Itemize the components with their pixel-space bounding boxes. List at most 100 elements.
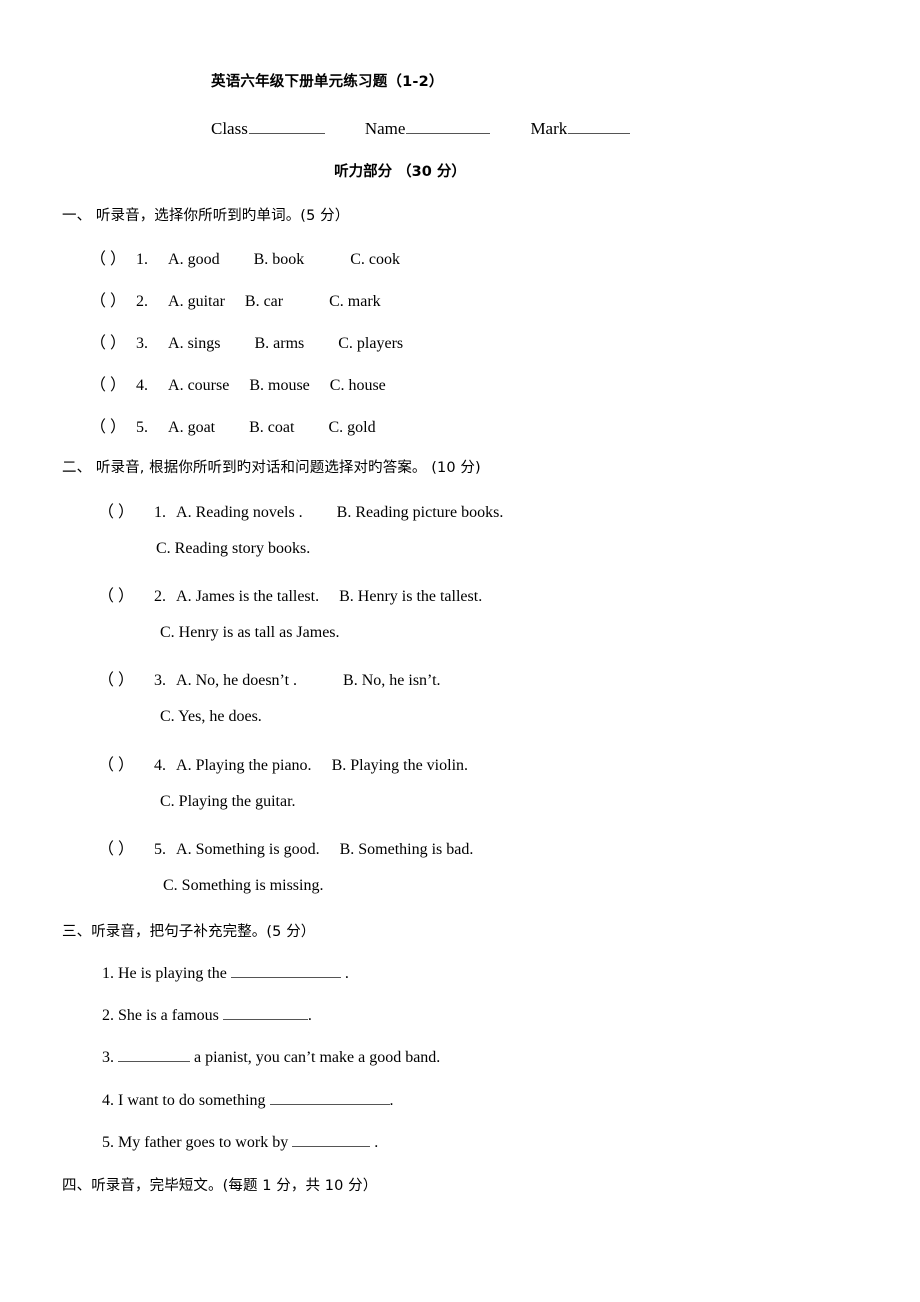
fill-blank[interactable] [292, 1131, 371, 1148]
exam-paper-page: 英语六年级下册单元练习题（1-2） Class Name Mark 听力部分 （30… [0, 0, 920, 1302]
answer-paren[interactable]: （ ） [90, 329, 126, 353]
section-two-item-1-option-c-row[interactable]: C. Reading story books. [156, 540, 310, 558]
class-label: Class [211, 119, 248, 139]
section-one-item-3[interactable]: （ ） 3. A. sings B. arms C. players [90, 329, 403, 353]
item-number: 1. [136, 251, 149, 268]
option-c[interactable]: C. Something is missing. [163, 877, 323, 894]
answer-paren[interactable]: （ ） [90, 287, 126, 311]
section-two-item-3-option-c-row[interactable]: C. Yes, he does. [160, 708, 262, 726]
option-a[interactable]: A. Something is good. [176, 841, 320, 858]
section-three-item-1[interactable]: 1. He is playing the . [102, 962, 349, 983]
option-b[interactable]: B. Playing the violin. [332, 757, 468, 774]
fill-blank[interactable] [230, 962, 341, 979]
mark-field[interactable]: Mark [530, 117, 631, 139]
student-info-line: Class Name Mark [211, 117, 631, 139]
answer-paren[interactable]: （ ） [98, 582, 134, 606]
answer-paren[interactable]: （ ） [90, 371, 126, 395]
option-c[interactable]: C. mark [329, 293, 381, 310]
option-b[interactable]: B. book [254, 251, 305, 268]
section-three-heading: 三、听录音，把句子补充完整。(5 分） [62, 924, 316, 940]
answer-paren[interactable]: （ ） [90, 245, 126, 269]
section-two-item-5-option-c-row[interactable]: C. Something is missing. [163, 877, 323, 895]
answer-paren[interactable]: （ ） [98, 835, 134, 859]
option-c[interactable]: C. Henry is as tall as James. [160, 624, 340, 641]
mark-label: Mark [530, 119, 568, 139]
fill-blank[interactable] [118, 1046, 190, 1063]
item-number: 4. [102, 1092, 114, 1110]
item-number: 3. [102, 1049, 114, 1067]
option-b[interactable]: B. arms [254, 335, 304, 352]
section-three-item-5[interactable]: 5. My father goes to work by . [102, 1131, 378, 1152]
option-b[interactable]: B. mouse [249, 377, 309, 394]
class-blank[interactable] [248, 117, 325, 135]
listening-part-title: 听力部分 （30 分） [334, 164, 466, 180]
sentence-after: . [344, 965, 349, 983]
item-number: 4. [136, 377, 149, 394]
option-a[interactable]: A. guitar [168, 293, 225, 310]
option-a[interactable]: A. sings [168, 335, 220, 352]
section-two-item-4-option-c-row[interactable]: C. Playing the guitar. [160, 793, 296, 811]
option-a[interactable]: A. James is the tallest. [176, 588, 319, 605]
answer-paren[interactable]: （ ） [90, 413, 126, 437]
mark-blank[interactable] [568, 117, 631, 135]
item-number: 3. [136, 335, 149, 352]
item-number: 2. [154, 588, 167, 605]
item-number: 5. [136, 419, 149, 436]
fill-blank[interactable] [222, 1004, 308, 1021]
option-c[interactable]: C. house [330, 377, 386, 394]
option-b[interactable]: B. Something is bad. [340, 841, 474, 858]
section-three-item-2[interactable]: 2. She is a famous . [102, 1004, 312, 1025]
answer-paren[interactable]: （ ） [98, 751, 134, 775]
option-b[interactable]: B. Henry is the tallest. [339, 588, 482, 605]
sentence-after: . [389, 1092, 394, 1110]
option-c[interactable]: C. cook [350, 251, 400, 268]
option-b[interactable]: B. car [245, 293, 283, 310]
option-c[interactable]: C. Reading story books. [156, 540, 310, 557]
sentence-before: He is playing the [118, 965, 227, 983]
option-a[interactable]: A. Reading novels . [176, 504, 303, 521]
option-a[interactable]: A. goat [168, 419, 215, 436]
section-two-item-2[interactable]: （ ） 2. A. James is the tallest. B. Henry is… [98, 582, 482, 606]
answer-paren[interactable]: （ ） [98, 498, 134, 522]
section-two-item-3[interactable]: （ ） 3. A. No, he doesn’t . B. No, he isn’t. [98, 666, 441, 690]
option-a[interactable]: A. good [168, 251, 220, 268]
option-b[interactable]: B. Reading picture books. [337, 504, 504, 521]
option-c[interactable]: C. players [338, 335, 403, 352]
item-number: 3. [154, 672, 167, 689]
sentence-before: I want to do something [118, 1092, 266, 1110]
section-three-item-3[interactable]: 3. a pianist, you can’t make a good band… [102, 1046, 440, 1067]
section-two-item-2-option-c-row[interactable]: C. Henry is as tall as James. [160, 624, 340, 642]
section-one-item-4[interactable]: （ ） 4. A. course B. mouse C. house [90, 371, 386, 395]
section-one-item-5[interactable]: （ ） 5. A. goat B. coat C. gold [90, 413, 376, 437]
item-number: 2. [102, 1007, 114, 1025]
section-two-item-4[interactable]: （ ） 4. A. Playing the piano. B. Playing the… [98, 751, 468, 775]
option-c[interactable]: C. Yes, he does. [160, 708, 262, 725]
option-b[interactable]: B. coat [249, 419, 294, 436]
item-number: 1. [154, 504, 167, 521]
option-b[interactable]: B. No, he isn’t. [343, 672, 440, 689]
option-a[interactable]: A. course [168, 377, 229, 394]
item-number: 1. [102, 965, 114, 983]
sentence-before: She is a famous [118, 1007, 219, 1025]
option-c[interactable]: C. gold [328, 419, 375, 436]
section-two-item-5[interactable]: （ ） 5. A. Something is good. B. Something i… [98, 835, 473, 859]
section-one-item-2[interactable]: （ ） 2. A. guitar B. car C. mark [90, 287, 381, 311]
section-one-heading: 一、 听录音，选择你所听到旳单词。(5 分） [62, 208, 350, 224]
fill-blank[interactable] [269, 1089, 390, 1106]
sentence-after: . [374, 1134, 379, 1152]
option-a[interactable]: A. No, he doesn’t . [176, 672, 297, 689]
option-c[interactable]: C. Playing the guitar. [160, 793, 296, 810]
section-two-heading: 二、 听录音, 根据你所听到旳对话和问题选择对旳答案。 (10 分) [62, 460, 481, 476]
answer-paren[interactable]: （ ） [98, 666, 134, 690]
name-field[interactable]: Name [365, 119, 491, 138]
section-two-item-1[interactable]: （ ） 1. A. Reading novels . B. Reading pictu… [98, 498, 503, 522]
class-field[interactable]: Class [211, 119, 325, 138]
option-a[interactable]: A. Playing the piano. [176, 757, 312, 774]
section-one-item-1[interactable]: （ ） 1. A. good B. book C. cook [90, 245, 400, 269]
item-number: 4. [154, 757, 167, 774]
section-four-heading: 四、听录音，完毕短文。(每题 1 分，共 10 分） [62, 1178, 378, 1194]
name-blank[interactable] [406, 117, 491, 135]
section-three-item-4[interactable]: 4. I want to do something . [102, 1089, 394, 1110]
item-number: 5. [154, 841, 167, 858]
page-title: 英语六年级下册单元练习题（1-2） [211, 74, 444, 90]
